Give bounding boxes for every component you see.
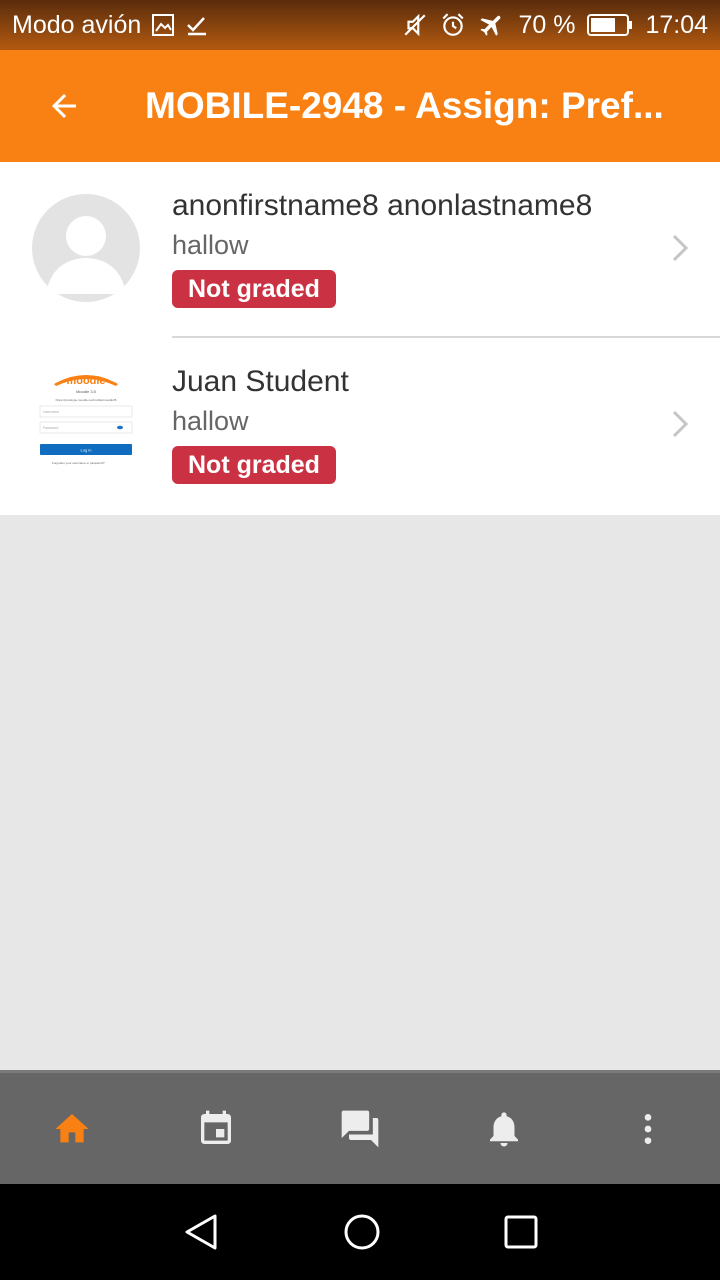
page-title: MOBILE-2948 - Assign: Pref... bbox=[145, 85, 664, 126]
tab-calendar[interactable] bbox=[144, 1073, 288, 1184]
svg-text:Username: Username bbox=[43, 410, 59, 414]
back-triangle-icon[interactable] bbox=[181, 1212, 221, 1252]
check-icon bbox=[185, 13, 209, 37]
home-icon bbox=[55, 1113, 89, 1142]
submission-text: hallow bbox=[172, 230, 249, 260]
calendar-icon bbox=[201, 1110, 231, 1144]
status-bar: Modo avión 70 % 17:04 bbox=[0, 0, 720, 50]
tab-messages[interactable] bbox=[288, 1073, 432, 1184]
bottom-tab-bar bbox=[0, 1070, 720, 1184]
svg-text:Forgotten your username or pas: Forgotten your username or password? bbox=[52, 461, 105, 465]
svg-text:moodle: moodle bbox=[66, 375, 105, 387]
student-name: Juan Student bbox=[172, 365, 349, 398]
battery-icon bbox=[587, 12, 633, 38]
airplane-mode-label: Modo avión bbox=[12, 10, 142, 39]
home-circle-icon[interactable] bbox=[342, 1212, 382, 1252]
airplane-icon bbox=[478, 11, 506, 39]
recents-square-icon[interactable] bbox=[503, 1214, 539, 1250]
chevron-right-icon bbox=[672, 410, 689, 438]
svg-text:https://prototype.moodle.net/m: https://prototype.moodle.net/mobile/mood… bbox=[56, 398, 117, 402]
alarm-icon bbox=[440, 12, 466, 38]
tab-home[interactable] bbox=[0, 1073, 144, 1184]
screenshot-thumbnail: moodle Moodle 3.5 https://prototype.mood… bbox=[32, 368, 140, 476]
more-icon bbox=[644, 1113, 652, 1144]
tab-notifications[interactable] bbox=[432, 1073, 576, 1184]
image-icon bbox=[151, 13, 175, 37]
arrow-left-icon bbox=[52, 94, 76, 118]
svg-text:Password: Password bbox=[43, 426, 58, 430]
system-navigation-bar bbox=[0, 1184, 720, 1280]
mute-icon bbox=[402, 12, 428, 38]
avatar bbox=[32, 194, 140, 302]
messages-icon bbox=[341, 1110, 379, 1147]
back-button[interactable] bbox=[0, 50, 128, 162]
avatar: moodle Moodle 3.5 https://prototype.mood… bbox=[32, 368, 140, 476]
tab-more[interactable] bbox=[576, 1073, 720, 1184]
battery-percentage: 70 % bbox=[518, 10, 576, 39]
svg-text:Moodle 3.5: Moodle 3.5 bbox=[76, 389, 97, 394]
notifications-icon bbox=[490, 1111, 518, 1146]
submission-item[interactable]: moodle Moodle 3.5 https://prototype.mood… bbox=[0, 338, 720, 515]
app-header: MOBILE-2948 - Assign: Pref... bbox=[0, 50, 720, 162]
chevron-right-icon bbox=[672, 234, 689, 262]
clock: 17:04 bbox=[645, 10, 708, 39]
default-user-icon bbox=[32, 194, 140, 302]
submission-list: anonfirstname8 anonlastname8 hallow Not … bbox=[0, 162, 720, 515]
status-badge: Not graded bbox=[172, 270, 336, 308]
student-name: anonfirstname8 anonlastname8 bbox=[172, 189, 593, 222]
submission-text: hallow bbox=[172, 406, 249, 436]
status-badge: Not graded bbox=[172, 446, 336, 484]
submission-item[interactable]: anonfirstname8 anonlastname8 hallow Not … bbox=[0, 162, 720, 338]
svg-text:Log in: Log in bbox=[81, 448, 92, 453]
